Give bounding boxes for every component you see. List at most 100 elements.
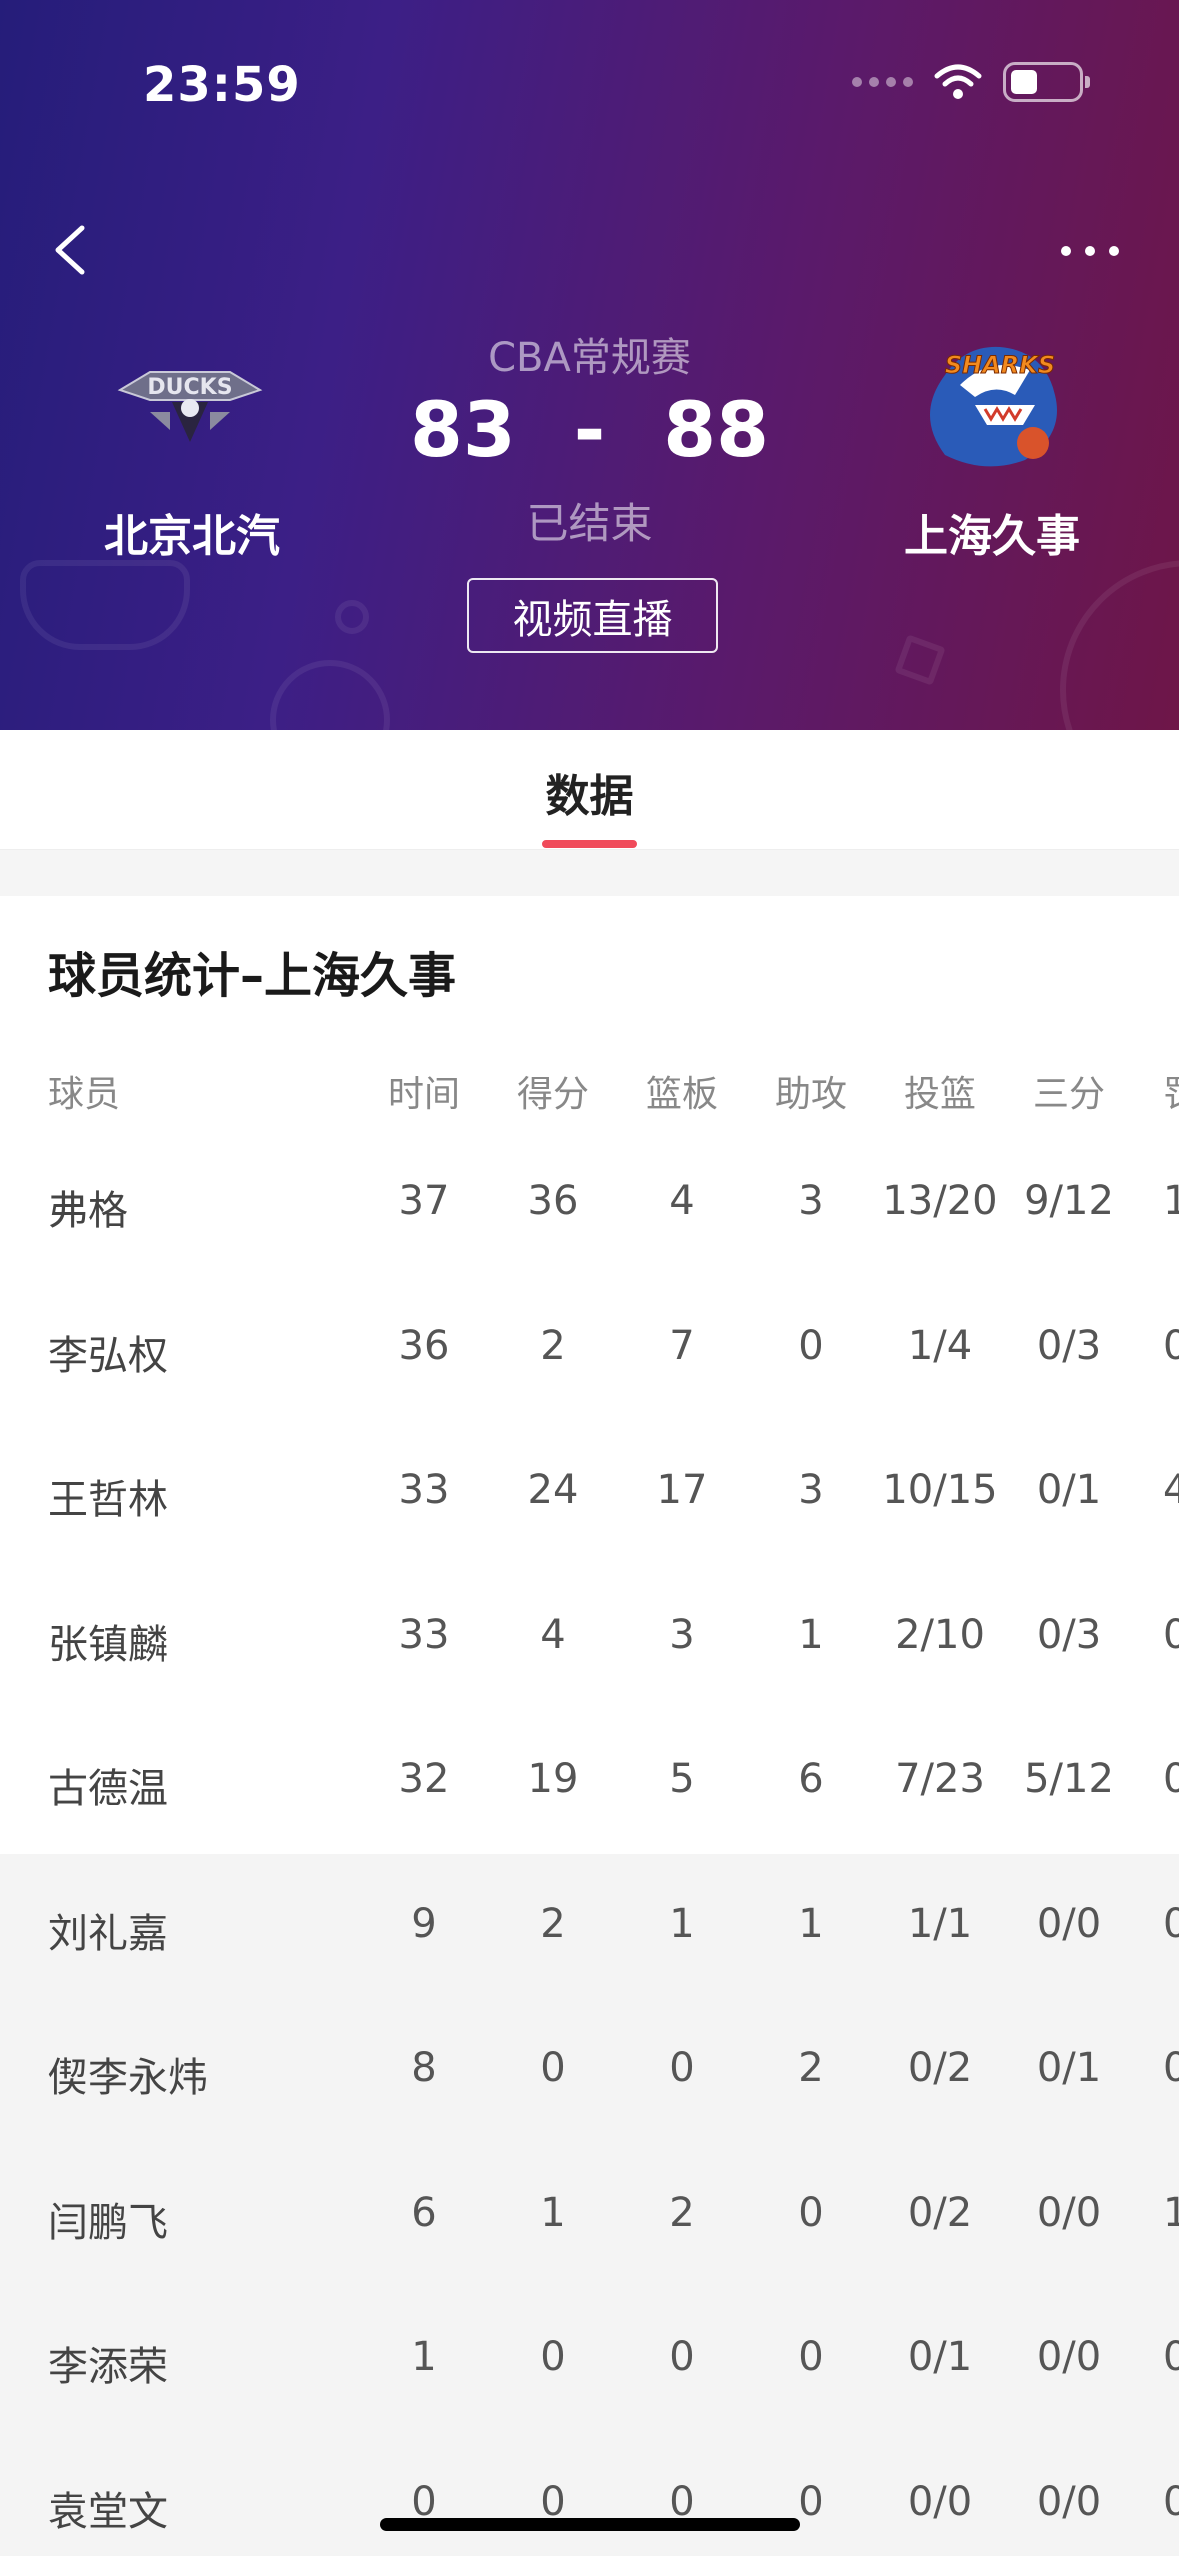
column-header-field-goals[interactable]: 投篮 [904,1065,976,1117]
away-score: 88 [663,385,770,474]
stat-free-throws: 0 [1163,2045,1179,2091]
stat-rebounds: 5 [669,1756,695,1802]
video-live-button[interactable]: 视频直播 [467,578,718,653]
stat-assists: 3 [798,1178,824,1224]
player-name[interactable]: 李弘权 [48,1323,168,1381]
stat-time: 32 [398,1756,450,1802]
stat-free-throws: 0 [1163,2334,1179,2380]
stat-rebounds: 0 [669,2045,695,2091]
table-row[interactable]: 闫鹏飞 6 1 2 0 0/2 0/0 1 [0,2190,1179,2250]
table-row[interactable]: 李添荣 1 0 0 0 0/1 0/0 0 [0,2334,1179,2394]
stat-assists: 1 [798,1900,824,1947]
player-name[interactable]: 刘礼嘉 [48,1901,168,1959]
stat-free-throws: 0 [1163,1322,1179,1369]
tab-bar: 数据 [0,730,1179,850]
stat-points: 19 [527,1756,579,1802]
tab-data[interactable]: 数据 [520,760,659,824]
score-separator: - [573,385,606,474]
player-stats-card: 球员统计–上海久事 球员 时间 得分 篮板 助攻 投篮 三分 罚 弗格37364… [0,896,1179,2556]
table-row[interactable]: 刘礼嘉 9 2 1 1 1/1 0/0 0 [0,1901,1179,1961]
table-row[interactable]: 王哲林 33 24 17 3 10/15 0/1 4 [0,1467,1179,1527]
stat-assists: 0 [798,1322,824,1369]
player-name[interactable]: 李添荣 [48,2334,168,2392]
stat-three-pointers: 0/0 [1036,1900,1102,1947]
stat-assists: 6 [798,1756,824,1802]
stat-field-goals: 0/2 [907,2045,973,2091]
stat-three-pointers: 0/0 [1036,2189,1102,2236]
cellular-signal-icon [852,77,913,87]
stat-rebounds: 3 [669,1611,695,1658]
battery-icon [1003,62,1090,102]
trophy-decoration [20,560,190,650]
stat-points: 36 [527,1178,579,1224]
stat-field-goals: 10/15 [882,1467,998,1513]
player-name[interactable]: 闫鹏飞 [48,2190,168,2248]
stat-time: 37 [398,1178,450,1224]
stat-three-pointers: 0/0 [1036,2334,1102,2380]
stat-points: 0 [540,2045,566,2091]
stat-three-pointers: 0/0 [1036,2478,1102,2525]
player-name[interactable]: 张镇麟 [48,1612,168,1670]
stat-assists: 3 [798,1467,824,1513]
stat-three-pointers: 5/12 [1024,1756,1114,1802]
stat-field-goals: 1/4 [907,1322,973,1369]
match-header: 23:59 DUCKS CBA常规赛 83-88 已结束 视频直播 SHARKS… [0,0,1179,730]
home-score: 83 [409,385,516,474]
stat-time: 6 [411,2189,437,2236]
stat-free-throws: 0 [1163,1900,1179,1947]
stat-time: 36 [398,1322,450,1369]
table-row[interactable]: 张镇麟 33 4 3 1 2/10 0/3 0 [0,1612,1179,1672]
stat-three-pointers: 0/1 [1036,2045,1102,2091]
table-row[interactable]: 古德温 32 19 5 6 7/23 5/12 0 [0,1756,1179,1816]
stat-points: 0 [540,2334,566,2380]
stat-field-goals: 0/0 [907,2478,973,2525]
column-header-points[interactable]: 得分 [517,1065,589,1117]
player-name[interactable]: 王哲林 [48,1467,168,1525]
stat-three-pointers: 0/3 [1036,1322,1102,1369]
player-name[interactable]: 偰李永炜 [48,2045,208,2103]
stat-free-throws: 0 [1163,1756,1179,1802]
table-row[interactable]: 弗格 37 36 4 3 13/20 9/12 1 [0,1178,1179,1238]
stat-assists: 1 [798,1611,824,1658]
stat-rebounds: 2 [669,2189,695,2236]
stat-assists: 0 [798,2334,824,2380]
stat-field-goals: 0/1 [907,2334,973,2380]
column-header-three-pointers[interactable]: 三分 [1033,1065,1105,1117]
stat-rebounds: 1 [669,1900,695,1947]
column-header-rebounds[interactable]: 篮板 [646,1065,718,1117]
stat-points: 2 [540,1322,566,1369]
table-row[interactable]: 李弘权 36 2 7 0 1/4 0/3 0 [0,1323,1179,1383]
back-button[interactable] [44,212,104,288]
home-indicator[interactable] [380,2518,800,2531]
stat-rebounds: 7 [669,1322,695,1369]
stat-free-throws: 0 [1163,1611,1179,1658]
stat-three-pointers: 9/12 [1024,1178,1114,1224]
stat-points: 2 [540,1900,566,1947]
away-team-name[interactable]: 上海久事 [862,500,1122,564]
column-header-time[interactable]: 时间 [388,1065,460,1117]
stat-field-goals: 13/20 [882,1178,998,1224]
basketball-decoration [1060,560,1179,730]
table-row[interactable]: 偰李永炜 8 0 0 2 0/2 0/1 0 [0,2045,1179,2105]
more-options-button[interactable] [1045,226,1135,276]
stat-time: 33 [398,1467,450,1513]
stat-points: 24 [527,1467,579,1513]
player-name[interactable]: 袁堂文 [48,2479,168,2537]
status-time: 23:59 [143,57,301,113]
home-team-name[interactable]: 北京北汽 [62,500,322,564]
stat-free-throws: 0 [1163,2478,1179,2525]
column-header-assists[interactable]: 助攻 [775,1065,847,1117]
column-header-player[interactable]: 球员 [48,1065,120,1117]
stat-time: 8 [411,2045,437,2091]
wifi-icon [934,64,982,99]
stat-field-goals: 2/10 [895,1611,985,1658]
away-team-logo[interactable]: SHARKS [905,325,1075,485]
stat-free-throws: 4 [1163,1467,1179,1513]
stat-field-goals: 1/1 [907,1900,973,1947]
stat-free-throws: 1 [1163,1178,1179,1224]
stat-three-pointers: 0/1 [1036,1467,1102,1513]
player-name[interactable]: 弗格 [48,1178,128,1236]
column-header-free-throws[interactable]: 罚 [1163,1065,1179,1117]
stat-field-goals: 7/23 [895,1756,985,1802]
player-name[interactable]: 古德温 [48,1756,168,1814]
